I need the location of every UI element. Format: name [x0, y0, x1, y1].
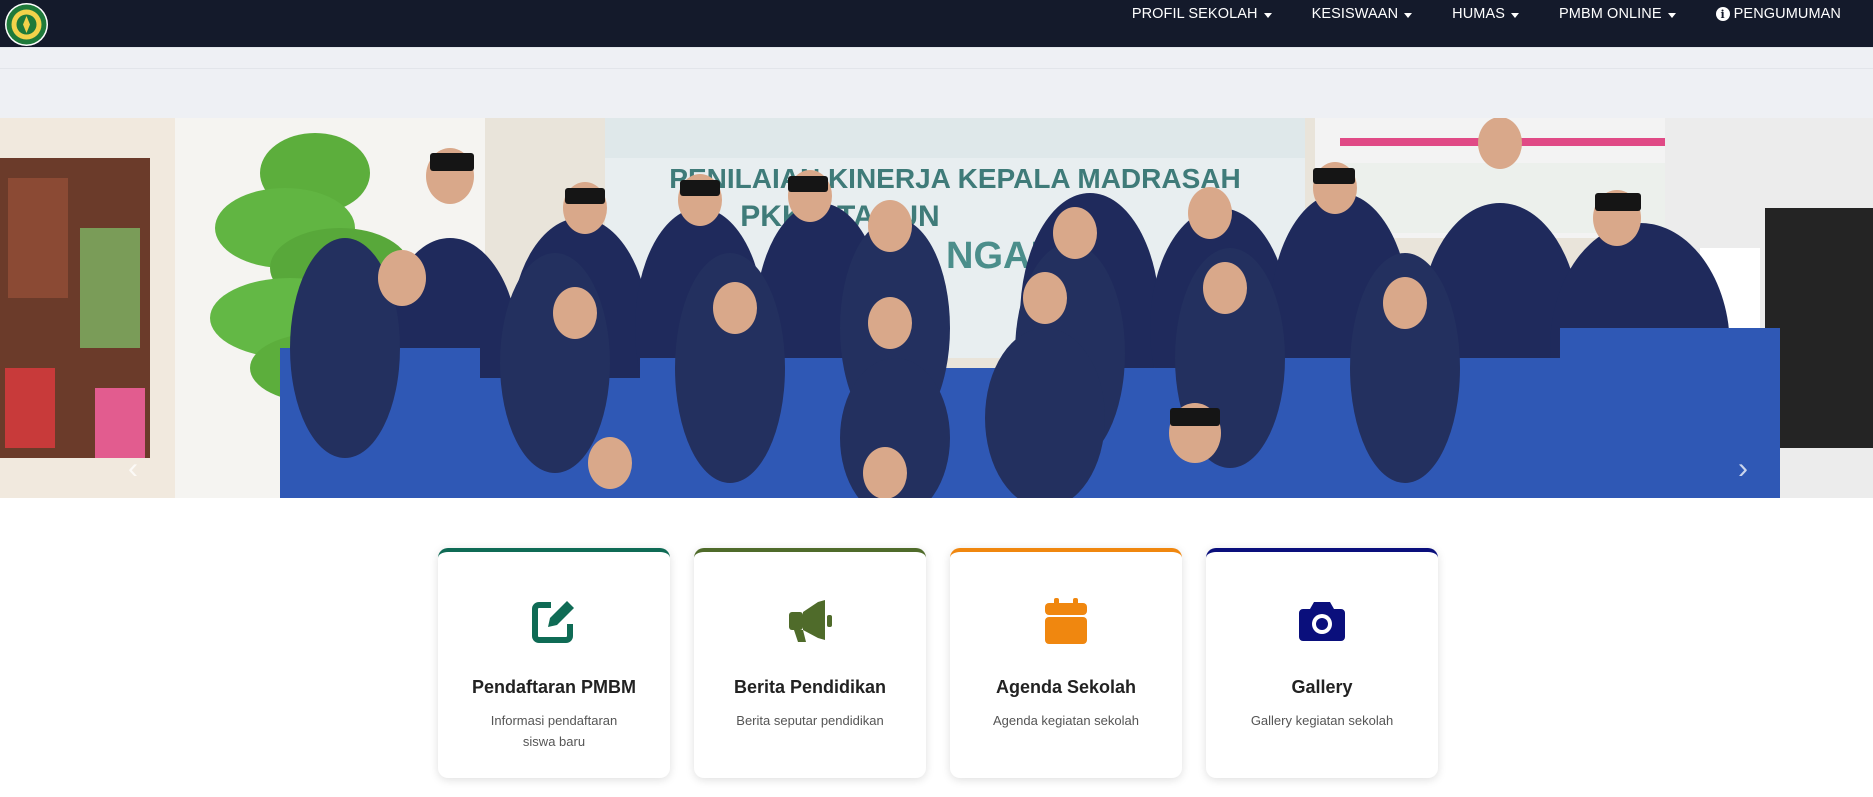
nav-label: KESISWAAN [1311, 6, 1399, 22]
card-description: Agenda kegiatan sekolah [992, 713, 1139, 728]
nav-label: HUMAS [1452, 6, 1506, 22]
nav-label: PMBM ONLINE [1559, 6, 1662, 22]
carousel-prev-button[interactable]: ‹ [118, 454, 148, 484]
hero-carousel[interactable]: PENILAIAN KINERJA KEPALA MADRASAH PKKM T… [0, 118, 1873, 498]
card-berita-pendidikan[interactable]: Berita Pendidikan Berita seputar pendidi… [694, 548, 926, 778]
caret-down-icon [1667, 12, 1676, 18]
chevron-right-icon: › [1738, 452, 1748, 485]
nav-label: PROFIL SEKOLAH [1131, 6, 1258, 22]
feature-cards: Pendaftaran PMBM Informasi pendaftaran s… [438, 548, 1438, 778]
card-title: Gallery [1291, 677, 1353, 697]
card-gallery[interactable]: Gallery Gallery kegiatan sekolah [1206, 548, 1438, 778]
card-title: Berita Pendidikan [733, 677, 887, 697]
camera-icon [1206, 596, 1438, 646]
megaphone-icon [694, 596, 926, 646]
card-title: Agenda Sekolah [995, 677, 1137, 697]
breadcrumb-band [0, 47, 1873, 118]
edit-icon [438, 596, 670, 646]
caret-down-icon [1511, 12, 1520, 18]
calendar-icon [950, 596, 1182, 646]
card-description: Gallery kegiatan sekolah [1250, 713, 1394, 728]
card-description: Berita seputar pendidikan [736, 713, 884, 728]
card-description: Informasi pendaftaran siswa baru [490, 713, 618, 749]
card-agenda-sekolah[interactable]: Agenda Sekolah Agenda kegiatan sekolah [950, 548, 1182, 778]
nav-pengumuman[interactable]: i PENGUMUMAN [1715, 6, 1841, 22]
nav-humas[interactable]: HUMAS [1452, 6, 1520, 22]
card-pendaftaran-pmbm[interactable]: Pendaftaran PMBM Informasi pendaftaran s… [438, 548, 670, 778]
nav-label: PENGUMUMAN [1733, 6, 1841, 22]
caret-down-icon [1263, 12, 1272, 18]
card-title: Pendaftaran PMBM [471, 677, 637, 697]
nav-profil-sekolah[interactable]: PROFIL SEKOLAH [1132, 6, 1272, 22]
nav-kesiswaan[interactable]: KESISWAAN [1312, 6, 1413, 22]
chevron-left-icon: ‹ [128, 452, 138, 485]
info-icon: i [1715, 7, 1730, 21]
divider [0, 68, 1873, 69]
caret-down-icon [1404, 12, 1413, 18]
nav-pmbm-online[interactable]: PMBM ONLINE [1559, 6, 1676, 22]
hero-photo: PENILAIAN KINERJA KEPALA MADRASAH PKKM T… [0, 118, 1873, 498]
carousel-next-button[interactable]: › [1728, 454, 1758, 484]
navbar: PROFIL SEKOLAH KESISWAAN HUMAS PMBM ONLI… [0, 0, 1873, 47]
school-logo[interactable] [5, 3, 48, 46]
banner-text: PENILAIAN KINERJA KEPALA MADRASAH [669, 163, 1240, 194]
